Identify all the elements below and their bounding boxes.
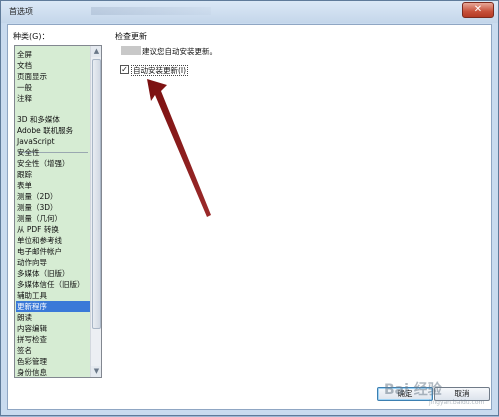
section-title: 检查更新	[115, 32, 147, 41]
category-item[interactable]: 多媒体信任（旧版）	[17, 279, 85, 290]
redacted-text	[121, 46, 141, 55]
blurred-title-area	[91, 7, 211, 15]
category-item[interactable]: 拼写检查	[17, 334, 47, 345]
category-item[interactable]: 朗读	[17, 312, 32, 323]
category-item[interactable]: 动作向导	[17, 257, 47, 268]
category-item[interactable]: 表单	[17, 180, 32, 191]
category-item[interactable]: 安全性	[17, 147, 40, 158]
chevron-up-icon: ▲	[93, 47, 100, 55]
category-item[interactable]: 跟踪	[17, 169, 32, 180]
category-item[interactable]: 文档	[17, 60, 32, 71]
category-item[interactable]: 身份信息	[17, 367, 47, 377]
window-title: 首选项	[9, 7, 33, 16]
category-item[interactable]: 注释	[17, 93, 32, 104]
category-item[interactable]: 签名	[17, 345, 32, 356]
category-item[interactable]: 色彩管理	[17, 356, 47, 367]
category-label: 种类(G)：	[13, 32, 50, 41]
category-item[interactable]: 单位和参考线	[17, 235, 62, 246]
category-item[interactable]: 内容编辑	[17, 323, 47, 334]
category-item[interactable]: 一般	[17, 82, 32, 93]
category-item[interactable]: 测量（3D）	[17, 202, 58, 213]
watermark-url: jingyan.baidu.com	[429, 399, 485, 406]
title-bar[interactable]: 首选项	[1, 1, 498, 23]
category-list-items: 全屏 文档 页面显示 一般 注释 3D 和多媒体 Adobe 联机服务 JavaScript 安…	[15, 46, 90, 377]
category-item[interactable]: JavaScript	[17, 136, 55, 147]
category-item[interactable]: 安全性（增强）	[17, 158, 70, 169]
category-item[interactable]: 辅助工具	[17, 290, 47, 301]
auto-install-label[interactable]: 自动安装更新(I)	[131, 65, 189, 76]
category-item[interactable]: 从 PDF 转换	[17, 224, 59, 235]
watermark: Bai 经验	[384, 382, 442, 398]
category-item[interactable]: 测量（几何）	[17, 213, 62, 224]
category-item[interactable]: 3D 和多媒体	[17, 114, 60, 125]
check-icon: ✓	[121, 65, 128, 74]
category-item[interactable]: Adobe 联机服务	[17, 125, 73, 136]
close-icon: ✕	[473, 4, 483, 15]
chevron-down-icon: ▼	[93, 367, 100, 375]
category-scrollbar[interactable]: ▲ ▼	[90, 46, 101, 377]
preferences-window: 首选项 ✕ 种类(G)： 全屏 文档 页面显示 一般 注释 3D 和多媒体 Adobe 联机…	[0, 0, 499, 416]
close-button[interactable]: ✕	[462, 2, 494, 18]
category-list[interactable]: 全屏 文档 页面显示 一般 注释 3D 和多媒体 Adobe 联机服务 JavaScript 安…	[14, 45, 102, 378]
scroll-down-button[interactable]: ▼	[91, 366, 101, 377]
category-item[interactable]: 更新程序	[16, 301, 90, 312]
category-item[interactable]: 测量（2D）	[17, 191, 58, 202]
scroll-thumb[interactable]	[92, 59, 101, 329]
category-item[interactable]: 全屏	[17, 49, 32, 60]
scroll-up-button[interactable]: ▲	[91, 46, 101, 57]
auto-install-checkbox[interactable]: ✓	[120, 65, 129, 74]
category-item[interactable]: 多媒体（旧版）	[17, 268, 70, 279]
category-item[interactable]: 电子邮件帐户	[17, 246, 62, 257]
hint-text: 建议您自动安装更新。	[142, 47, 217, 56]
category-item[interactable]: 页面显示	[17, 71, 47, 82]
